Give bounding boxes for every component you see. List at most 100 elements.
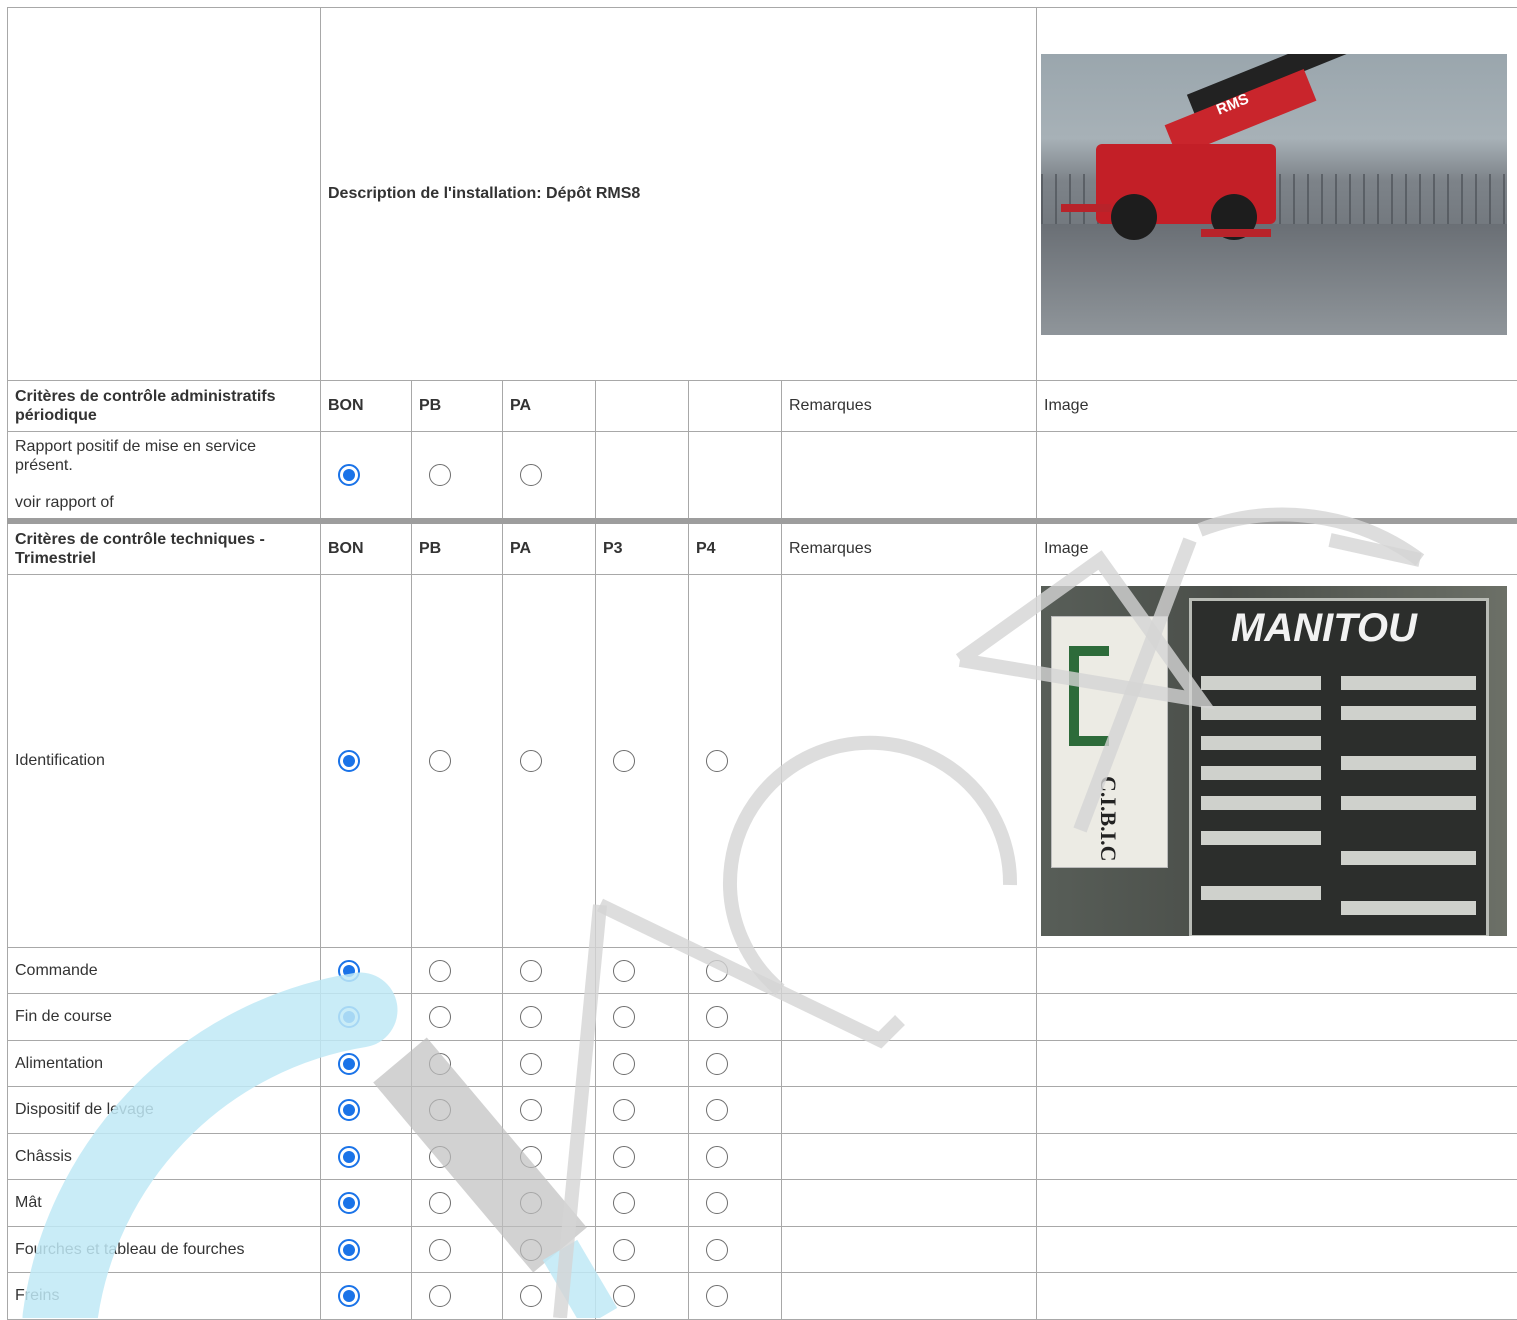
description-row: Description de l'installation: Dépôt RMS…: [8, 8, 1517, 381]
col-pa: PA: [503, 381, 596, 432]
radio-pb[interactable]: [429, 750, 451, 772]
radio-pb[interactable]: [429, 1285, 451, 1307]
radio-cell-p3: [596, 1273, 689, 1320]
radio-p4[interactable]: [706, 1099, 728, 1121]
tech-row: Identification C.I.B.I.C MANITOU: [8, 575, 1517, 948]
radio-cell-p3: [596, 948, 689, 994]
radio-cell-bon: [321, 1134, 412, 1180]
radio-cell-p3: [596, 1134, 689, 1180]
tech-row-label: Commande: [8, 948, 321, 994]
radio-p3[interactable]: [613, 1053, 635, 1075]
radio-p3[interactable]: [613, 1285, 635, 1307]
radio-pa[interactable]: [520, 1239, 542, 1261]
radio-pb[interactable]: [429, 1053, 451, 1075]
radio-cell-pa: [503, 1041, 596, 1087]
remarks-cell: [782, 1134, 1037, 1180]
radio-pa[interactable]: [520, 750, 542, 772]
radio-p3[interactable]: [613, 1006, 635, 1028]
radio-cell-p4: [689, 1273, 782, 1320]
radio-p4[interactable]: [706, 1239, 728, 1261]
radio-p4[interactable]: [706, 1053, 728, 1075]
image-cell: [1037, 1227, 1517, 1273]
radio-bon[interactable]: [338, 1053, 360, 1075]
tech-row: Fourches et tableau de fourches: [8, 1227, 1517, 1273]
radio-pa[interactable]: [520, 1192, 542, 1214]
radio-cell-pa: [503, 432, 596, 521]
radio-pa[interactable]: [520, 1285, 542, 1307]
radio-pa[interactable]: [520, 1099, 542, 1121]
radio-cell-p3: [596, 575, 689, 948]
tech-row: Fin de course: [8, 994, 1517, 1041]
radio-bon[interactable]: [338, 1192, 360, 1214]
radio-p4[interactable]: [706, 750, 728, 772]
radio-pa[interactable]: [520, 1006, 542, 1028]
radio-p4[interactable]: [706, 1285, 728, 1307]
radio-bon[interactable]: [338, 1239, 360, 1261]
tech-row-label: Fin de course: [8, 994, 321, 1041]
radio-pb[interactable]: [429, 1099, 451, 1121]
radio-cell-p4: [689, 1087, 782, 1134]
col-bon: BON: [321, 521, 412, 575]
image-cell: [1037, 948, 1517, 994]
radio-bon[interactable]: [338, 1285, 360, 1307]
radio-cell-pb: [412, 1180, 503, 1227]
radio-p3[interactable]: [613, 1099, 635, 1121]
radio-p4[interactable]: [706, 1192, 728, 1214]
radio-p3[interactable]: [613, 750, 635, 772]
admin-criteria-title: Critères de contrôle administratifs péri…: [8, 381, 321, 432]
radio-bon[interactable]: [338, 960, 360, 982]
admin-row: Rapport positif de mise en service prése…: [8, 432, 1517, 521]
radio-p3[interactable]: [613, 960, 635, 982]
col-empty-2: [689, 381, 782, 432]
radio-pa[interactable]: [520, 960, 542, 982]
radio-cell-pb: [412, 1134, 503, 1180]
machine-photo: RMS: [1041, 54, 1507, 335]
tech-row: Alimentation: [8, 1041, 1517, 1087]
col-remarks: Remarques: [782, 521, 1037, 575]
col-pb: PB: [412, 521, 503, 575]
radio-cell-pb: [412, 575, 503, 948]
radio-cell-bon: [321, 1087, 412, 1134]
radio-p4[interactable]: [706, 1006, 728, 1028]
radio-bon[interactable]: [338, 750, 360, 772]
radio-cell-pb: [412, 1087, 503, 1134]
radio-cell-pa: [503, 1180, 596, 1227]
tech-row: Dispositif de levage: [8, 1087, 1517, 1134]
admin-row-label-cell: Rapport positif de mise en service prése…: [8, 432, 321, 521]
radio-cell-pb: [412, 1041, 503, 1087]
image-cell: [1037, 994, 1517, 1041]
radio-p4[interactable]: [706, 960, 728, 982]
radio-cell-bon: [321, 948, 412, 994]
radio-pa[interactable]: [520, 464, 542, 486]
remarks-cell: [782, 432, 1037, 521]
remarks-cell: [782, 994, 1037, 1041]
radio-pb[interactable]: [429, 464, 451, 486]
radio-p3[interactable]: [613, 1146, 635, 1168]
radio-pb[interactable]: [429, 1239, 451, 1261]
radio-pa[interactable]: [520, 1053, 542, 1075]
radio-bon[interactable]: [338, 1099, 360, 1121]
radio-pb[interactable]: [429, 1146, 451, 1168]
radio-bon[interactable]: [338, 464, 360, 486]
radio-bon[interactable]: [338, 1146, 360, 1168]
radio-p3[interactable]: [613, 1239, 635, 1261]
radio-pb[interactable]: [429, 1006, 451, 1028]
radio-p4[interactable]: [706, 1146, 728, 1168]
col-remarks: Remarques: [782, 381, 1037, 432]
plate-photo: C.I.B.I.C MANITOU: [1041, 586, 1507, 936]
radio-p3[interactable]: [613, 1192, 635, 1214]
radio-pa[interactable]: [520, 1146, 542, 1168]
radio-pb[interactable]: [429, 1192, 451, 1214]
radio-cell-pb: [412, 432, 503, 521]
tech-row: Freins: [8, 1273, 1517, 1320]
empty-cell: [596, 432, 689, 521]
image-cell: [1037, 432, 1517, 521]
radio-cell-pa: [503, 948, 596, 994]
machine-photo-cell: RMS: [1037, 8, 1517, 381]
radio-pb[interactable]: [429, 960, 451, 982]
inspection-table: Description de l'installation: Dépôt RMS…: [7, 7, 1517, 1320]
col-pa: PA: [503, 521, 596, 575]
radio-bon[interactable]: [338, 1006, 360, 1028]
image-cell: [1037, 1180, 1517, 1227]
plate-brand: MANITOU: [1231, 606, 1417, 651]
